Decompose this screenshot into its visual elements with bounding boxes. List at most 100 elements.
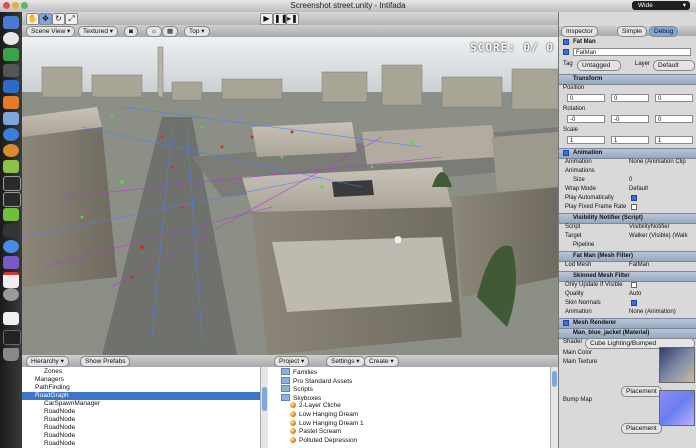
settings-button[interactable]: Settings ▾ [326, 356, 365, 367]
app-dark-icon[interactable] [3, 224, 19, 237]
hierarchy-item[interactable]: CarSpawnManager [22, 400, 268, 408]
chat-icon[interactable] [3, 240, 19, 253]
hierarchy-item[interactable]: RoadNode [22, 440, 268, 448]
scale-x-field[interactable]: 1 [567, 136, 605, 144]
music-icon[interactable] [3, 160, 19, 173]
move-tool-button[interactable]: ✥ [39, 13, 52, 25]
tab-debug[interactable]: Debug [649, 26, 679, 37]
rotation-y-field[interactable]: -0 [611, 115, 649, 123]
unity-icon[interactable] [3, 176, 21, 191]
hierarchy-item[interactable]: RoadNode [22, 424, 268, 432]
tag-dropdown[interactable]: Untagged [577, 60, 621, 71]
rotation-z-field[interactable]: 0 [655, 115, 693, 123]
project-item[interactable]: Polluted Depression [290, 436, 558, 445]
animation-enabled-checkbox[interactable] [563, 150, 569, 156]
hierarchy-item[interactable]: PathFinding [22, 384, 268, 392]
hierarchy-item[interactable]: RoadNode [22, 432, 268, 440]
project-item[interactable]: Families [281, 368, 558, 376]
hierarchy-item[interactable]: RoadNode [22, 416, 268, 424]
project-item[interactable]: Scripts [281, 385, 558, 393]
project-item[interactable]: 2-Layer Cliche [290, 402, 558, 410]
scale-tool-button[interactable]: ⤢ [65, 13, 78, 25]
hierarchy-item[interactable]: Zones [22, 368, 268, 376]
hierarchy-item[interactable]: RoadNode [22, 408, 268, 416]
app-globe-orange-icon[interactable] [3, 144, 19, 157]
placement-button-2[interactable]: Placement [621, 423, 662, 434]
scene-camera-icon[interactable]: ◙ [124, 26, 138, 37]
project-item[interactable]: Low Hanging Dream 1 [290, 419, 558, 428]
layout-dropdown[interactable]: Wide ▾ [632, 1, 690, 10]
scene-view-mode-dropdown[interactable]: Scene View ▾ [26, 26, 76, 37]
wrap-mode-value[interactable]: Default [629, 185, 648, 194]
trash-icon[interactable] [3, 348, 19, 361]
position-y-field[interactable]: 0 [611, 94, 649, 102]
scene-lighting-icon[interactable]: ☼ [146, 26, 162, 37]
clock-icon[interactable] [3, 32, 19, 45]
rotation-x-field[interactable]: -0 [567, 115, 605, 123]
play-button[interactable]: ▶ [260, 13, 273, 25]
play-automatically-checkbox[interactable] [631, 195, 637, 201]
mesh-renderer-checkbox[interactable] [563, 320, 569, 326]
main-texture-swatch[interactable] [659, 347, 695, 383]
project-scroll-thumb[interactable] [552, 371, 557, 387]
scene-image-icon[interactable]: ▦ [162, 26, 179, 37]
app-green-icon[interactable] [3, 48, 19, 61]
app-purple-icon[interactable] [3, 256, 19, 269]
object-enabled-checkbox[interactable] [563, 49, 569, 55]
hierarchy-item[interactable]: Managers [22, 376, 268, 384]
unity-icon[interactable] [3, 192, 21, 207]
tab-hierarchy[interactable]: Hierarchy ▾ [26, 356, 69, 367]
rotate-tool-button[interactable]: ↻ [52, 13, 65, 25]
position-x-field[interactable]: 0 [567, 94, 605, 102]
script-value[interactable]: VisibilityNotifier [629, 223, 670, 232]
size-value[interactable]: 0 [629, 176, 632, 185]
shading-dropdown[interactable]: Textured ▾ [78, 26, 119, 37]
step-button[interactable]: ▸❚ [286, 13, 299, 25]
app-gear-icon[interactable] [3, 64, 19, 77]
calendar-icon[interactable] [3, 272, 19, 288]
app-folder-icon[interactable] [3, 112, 19, 125]
tab-project[interactable]: Project ▾ [274, 356, 310, 367]
layer-dropdown[interactable]: Default [653, 60, 695, 71]
project-item[interactable]: Skyboxes [281, 393, 558, 402]
tab-simple[interactable]: Simple [617, 26, 647, 37]
quality-value[interactable]: Auto [629, 290, 641, 299]
document-icon[interactable] [3, 330, 21, 345]
pen-icon[interactable] [3, 208, 19, 221]
material-ball-icon [290, 419, 296, 426]
scale-z-field[interactable]: 1 [655, 136, 693, 144]
settings-icon[interactable] [3, 288, 19, 301]
target-value[interactable]: Walker (Visible) (Walk [629, 232, 687, 241]
tab-inspector[interactable]: Inspector [561, 26, 598, 37]
object-name-field[interactable]: FatMan [573, 48, 691, 56]
globe-icon[interactable] [3, 128, 19, 141]
only-update-checkbox[interactable] [631, 282, 637, 288]
skinned-animation-value[interactable]: None (Animation) [629, 308, 676, 317]
hierarchy-scroll-thumb[interactable] [262, 387, 267, 411]
hierarchy-scrollbar[interactable] [260, 367, 268, 448]
skin-normals-checkbox[interactable] [631, 300, 637, 306]
hand-tool-button[interactable]: ✋ [26, 13, 39, 25]
scene-viewport[interactable]: SCORE: 0/ 0 [22, 37, 558, 355]
project-scrollbar[interactable] [550, 367, 558, 448]
view-dropdown[interactable]: Top ▾ [184, 26, 210, 37]
lod-mesh-value[interactable]: FatMan [629, 261, 649, 270]
project-item[interactable]: Pastel Scream [290, 428, 558, 436]
play-fixed-frame-rate-checkbox[interactable] [631, 204, 637, 210]
layer-value: Default [658, 62, 679, 69]
animation-row-value[interactable]: None (Animation Clip [629, 158, 686, 167]
finder-icon[interactable] [3, 16, 19, 29]
project-item[interactable]: Low Hanging Dream [290, 411, 558, 419]
pause-button[interactable]: ❚❚ [273, 13, 287, 25]
bump-map-swatch[interactable] [659, 390, 695, 426]
object-active-checkbox[interactable] [563, 39, 569, 45]
show-prefabs-button[interactable]: Show Prefabs [80, 356, 131, 367]
position-z-field[interactable]: 0 [655, 94, 693, 102]
app-white-icon[interactable] [3, 312, 19, 325]
create-button[interactable]: Create ▾ [364, 356, 399, 367]
hierarchy-item[interactable]: RoadGraph [22, 392, 268, 400]
app-blue-icon[interactable] [3, 80, 19, 93]
app-orange-icon[interactable] [3, 96, 19, 109]
scale-y-field[interactable]: 1 [611, 136, 649, 144]
project-item[interactable]: Pro Standard Assets [281, 376, 558, 385]
